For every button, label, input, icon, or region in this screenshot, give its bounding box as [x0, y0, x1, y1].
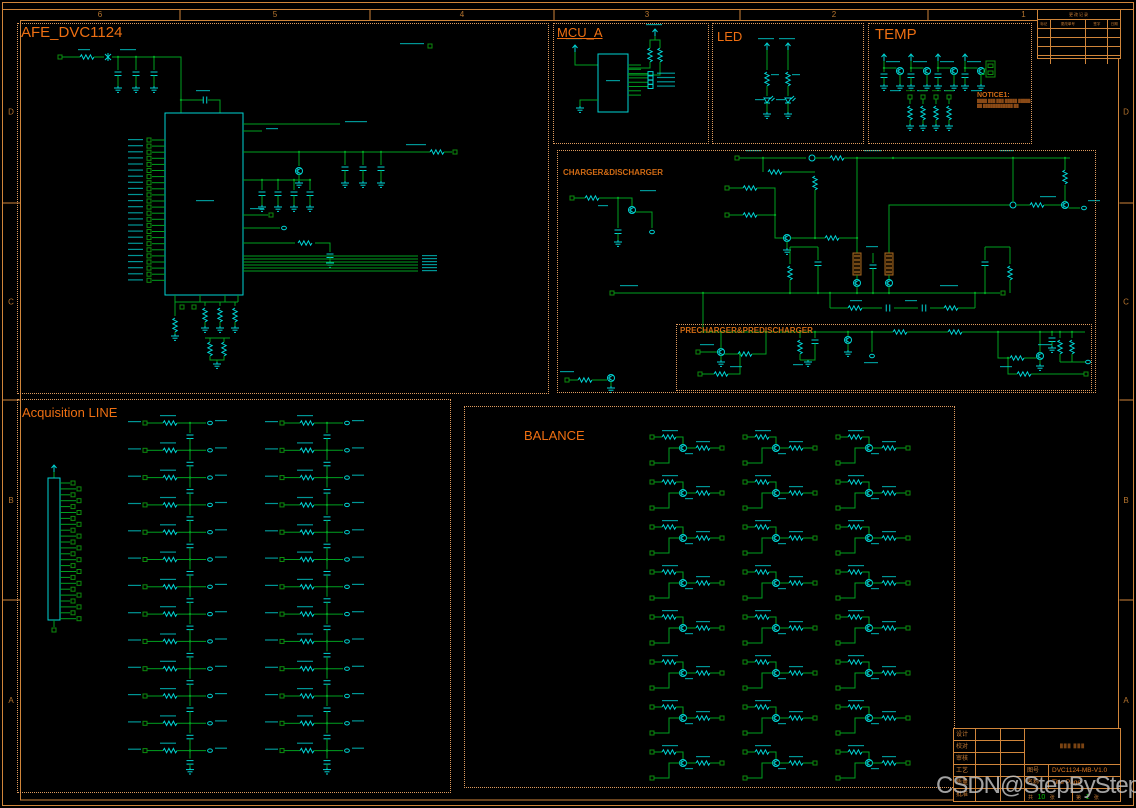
signoff-row: 设计 [954, 729, 1025, 741]
zone-label: 3 [645, 10, 650, 19]
zone-label: C [8, 298, 14, 307]
section-title-precharger: PRECHARGER&PREDISCHARGER [680, 326, 813, 335]
section-box-acquisition [17, 399, 451, 793]
zone-label: 1 [1021, 10, 1026, 19]
notice-line: ██ ████████████ ██ [977, 104, 1033, 109]
zone-label: 2 [832, 10, 837, 19]
zone-label: 6 [98, 10, 103, 19]
revision-table-header-row: 标记更改单号签字日期 [1038, 20, 1120, 29]
zone-label: 5 [273, 10, 278, 19]
zone-label: A [1123, 696, 1129, 705]
title-block-company: ███ ███ [1025, 729, 1120, 765]
revision-table-empty-rows [1038, 29, 1120, 64]
revision-col-header: 更改单号 [1051, 20, 1087, 28]
zone-label: 4 [460, 10, 465, 19]
section-box-mcu [553, 23, 709, 144]
schematic-sheet: 6 5 4 3 2 1 D D C C B B A A AFE_DVC1124 MCU_A LED TEM… [0, 0, 1136, 808]
zone-label: B [8, 496, 13, 505]
zone-label: C [1123, 298, 1129, 307]
signoff-label: 设计 [954, 729, 976, 741]
section-title-afe: AFE_DVC1124 [21, 24, 122, 41]
section-title-charger: CHARGER&DISCHARGER [563, 168, 663, 177]
signoff-row: 审核 [954, 753, 1025, 765]
revision-empty-row [1038, 56, 1120, 64]
signoff-row: 校对 [954, 741, 1025, 753]
revision-table-title: 更改记录 [1038, 10, 1120, 20]
section-title-mcu: MCU_A [557, 25, 603, 40]
section-box-afe [17, 23, 549, 394]
revision-col-header: 签字 [1086, 20, 1108, 28]
zone-label: A [8, 696, 14, 705]
revision-col-header: 标记 [1038, 20, 1051, 28]
revision-table: 更改记录 标记更改单号签字日期 [1037, 9, 1121, 59]
notice-line: ████ ███ ███ █████ █████ [977, 99, 1033, 104]
section-title-led: LED [717, 29, 742, 44]
watermark: CSDN@StepByStep2017 [936, 772, 1136, 800]
revision-empty-row [1038, 47, 1120, 56]
notice-lines: ████ ███ ███ █████ ███████ ████████████ … [977, 99, 1033, 108]
section-title-acquisition: Acquisition LINE [22, 405, 117, 420]
zone-label: B [1123, 496, 1128, 505]
zone-label: D [1123, 108, 1129, 117]
zone-label: D [8, 108, 14, 117]
section-title-balance: BALANCE [524, 428, 585, 443]
revision-col-header: 日期 [1108, 20, 1120, 28]
notice-block: NOTICE1: ████ ███ ███ █████ ███████ ████… [977, 92, 1033, 108]
revision-empty-row [1038, 38, 1120, 47]
signoff-label: 校对 [954, 741, 976, 753]
section-title-temp: TEMP [875, 26, 917, 43]
notice-title: NOTICE1: [977, 92, 1033, 99]
signoff-label: 审核 [954, 753, 976, 765]
section-box-balance [464, 406, 955, 788]
revision-empty-row [1038, 29, 1120, 38]
